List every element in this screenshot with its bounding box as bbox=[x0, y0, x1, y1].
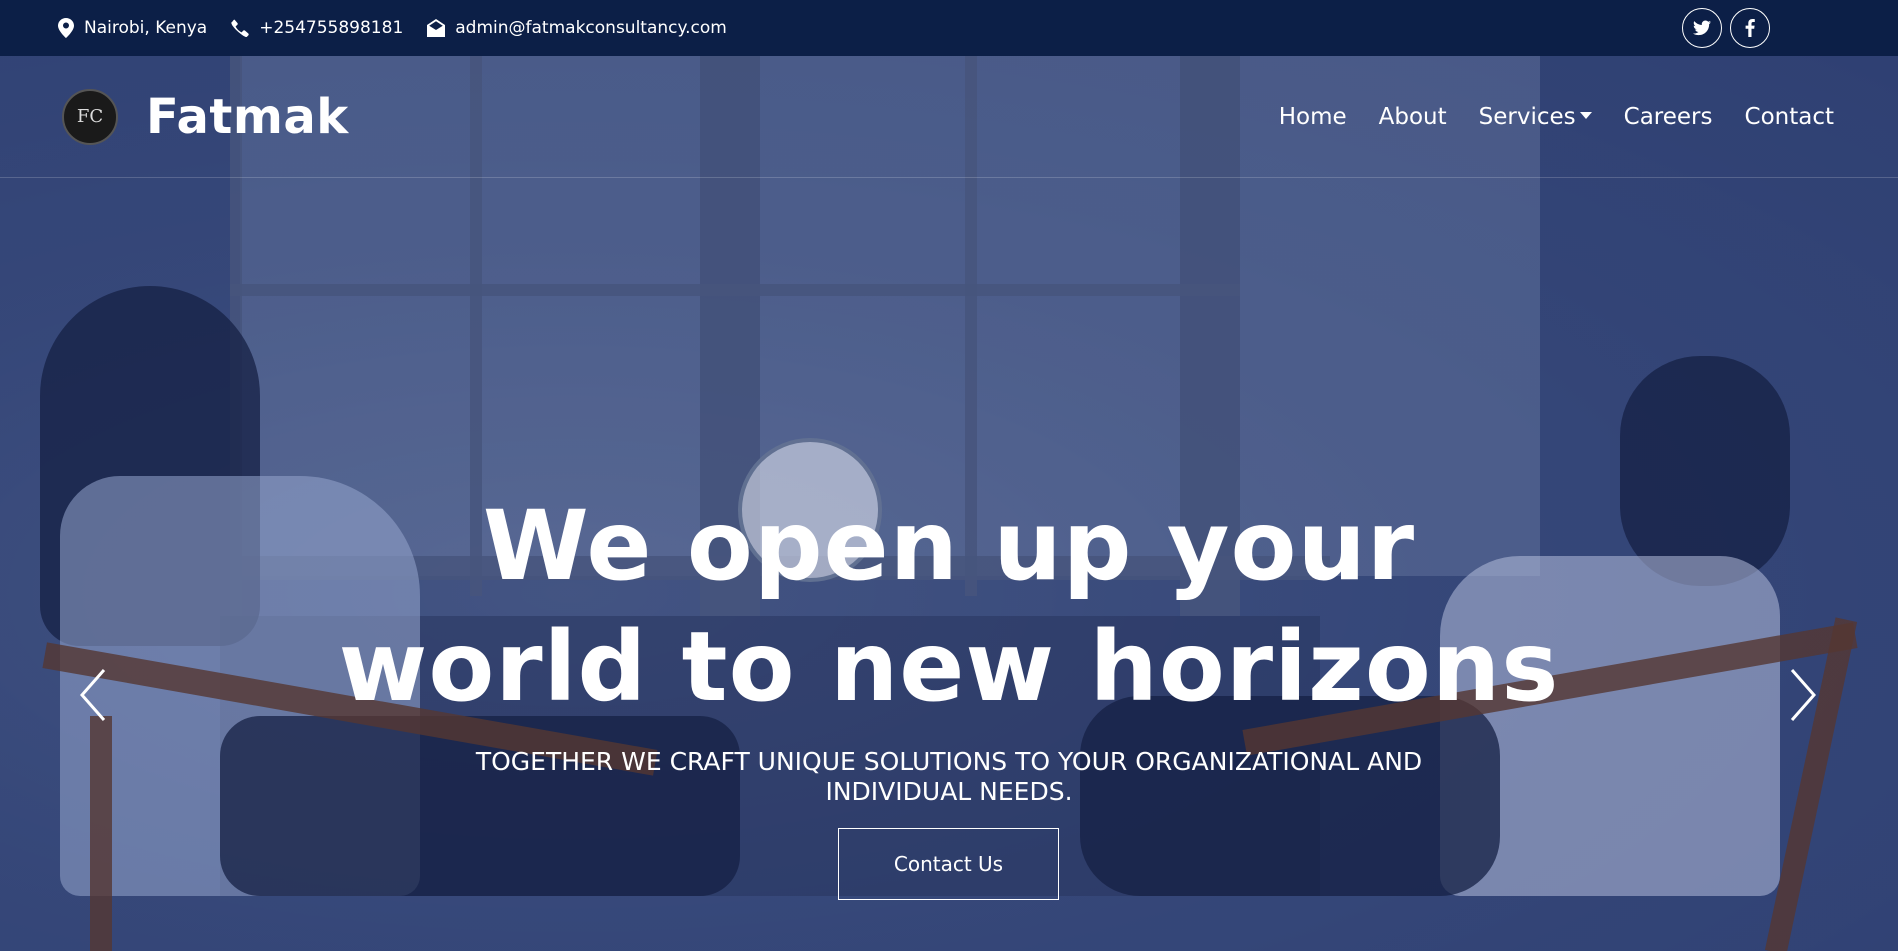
facebook-icon bbox=[1745, 19, 1755, 37]
envelope-open-icon bbox=[427, 19, 446, 37]
phone-info[interactable]: +254755898181 bbox=[231, 18, 403, 38]
twitter-icon bbox=[1693, 20, 1711, 36]
twitter-button[interactable] bbox=[1682, 8, 1722, 48]
hero-headline-line1: We open up your bbox=[482, 490, 1416, 602]
brand-name[interactable]: Fatmak bbox=[146, 89, 349, 145]
contact-us-button[interactable]: Contact Us bbox=[838, 828, 1059, 900]
logo-text: FC bbox=[76, 106, 104, 127]
nav-links: Home About Services Careers Contact bbox=[1279, 104, 1834, 130]
main-navbar: FC Fatmak Home About Services Careers Co… bbox=[0, 56, 1898, 178]
nav-contact[interactable]: Contact bbox=[1745, 104, 1834, 130]
phone-text[interactable]: +254755898181 bbox=[259, 18, 403, 38]
phone-icon bbox=[231, 19, 249, 37]
map-pin-icon bbox=[58, 18, 74, 38]
hero-headline-line2: world to new horizons bbox=[338, 611, 1560, 723]
nav-services-label: Services bbox=[1478, 103, 1576, 130]
chair-left-leg bbox=[90, 716, 112, 951]
logo[interactable]: FC bbox=[62, 88, 118, 145]
top-contact-bar: Nairobi, Kenya +254755898181 admin@fatma… bbox=[0, 0, 1898, 56]
hero-subline: TOGETHER WE CRAFT UNIQUE SOLUTIONS TO YO… bbox=[475, 747, 1423, 806]
nav-careers[interactable]: Careers bbox=[1624, 104, 1713, 130]
nav-home[interactable]: Home bbox=[1279, 104, 1347, 130]
social-links bbox=[1682, 8, 1770, 48]
hero-headline: We open up your world to new horizons bbox=[0, 486, 1898, 728]
nav-services[interactable]: Services bbox=[1479, 104, 1592, 130]
location-text: Nairobi, Kenya bbox=[84, 18, 208, 38]
window-frame bbox=[230, 284, 1240, 296]
location-info: Nairobi, Kenya bbox=[58, 18, 207, 38]
email-info[interactable]: admin@fatmakconsultancy.com bbox=[427, 18, 727, 38]
caret-down-icon bbox=[1579, 111, 1592, 119]
email-text[interactable]: admin@fatmakconsultancy.com bbox=[455, 18, 727, 38]
facebook-button[interactable] bbox=[1730, 8, 1770, 48]
nav-about[interactable]: About bbox=[1379, 104, 1447, 130]
